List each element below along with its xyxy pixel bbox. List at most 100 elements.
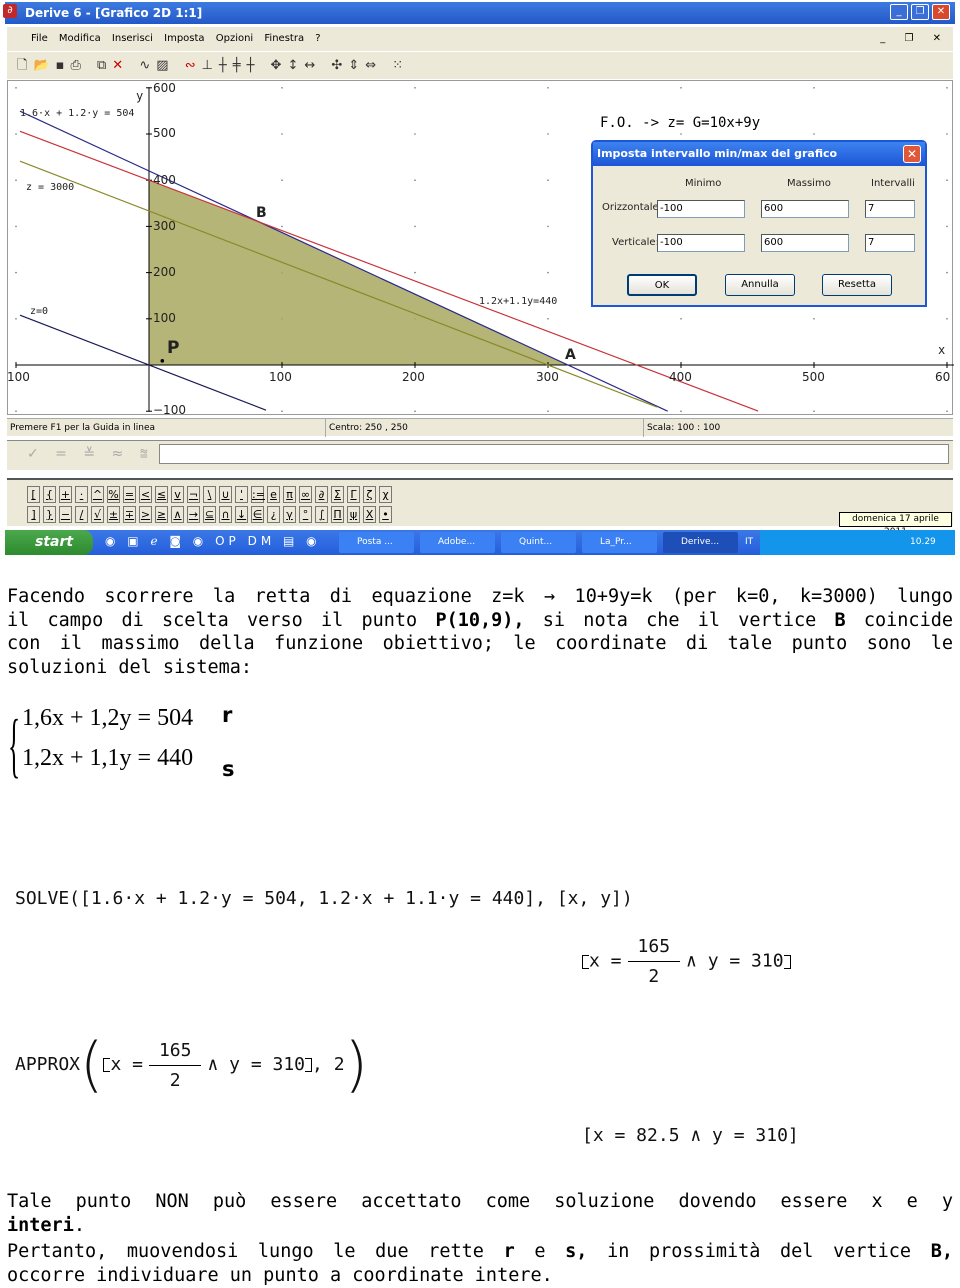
horizontal-min-input[interactable]: -100	[657, 200, 745, 218]
quick-launch-icons[interactable]: ◉ ▣ ℯ ◙ ◉ OP DM ▤ ◉	[105, 534, 321, 548]
symbol-button[interactable]: ±	[107, 506, 120, 523]
grid-icon[interactable]: ╪	[233, 58, 247, 73]
symbol-button[interactable]: =	[123, 486, 136, 503]
zoom-vertical-icon[interactable]: ↕	[287, 58, 304, 73]
vertical-max-input[interactable]: 600	[761, 234, 849, 252]
symbol-button[interactable]: [	[27, 486, 40, 503]
vertical-intervals-input[interactable]: 7	[865, 234, 915, 252]
print-icon[interactable]: ⎙	[70, 58, 86, 73]
crosshair-icon[interactable]: ┼	[219, 58, 233, 73]
symbol-button[interactable]: +	[59, 486, 72, 503]
symbol-button[interactable]: ≥	[155, 506, 168, 523]
new-icon[interactable]: 🗋	[17, 58, 33, 73]
symbol-button[interactable]: >	[139, 506, 152, 523]
grid-dot	[547, 133, 549, 135]
note-icon[interactable]: ▨	[156, 58, 174, 73]
dialog-close-button[interactable]: ✕	[903, 145, 921, 163]
task-adobe[interactable]: Adobe...	[420, 532, 495, 553]
menu-modifica[interactable]: Modifica	[59, 33, 101, 44]
symbol-button[interactable]: '	[235, 486, 248, 503]
symbol-button[interactable]: Γ	[347, 486, 360, 503]
task-posta[interactable]: Posta ...	[339, 532, 414, 553]
symbol-button[interactable]: Π	[331, 506, 344, 523]
zoom-in-horizontal-icon[interactable]: ⇔	[365, 58, 382, 73]
symbol-button[interactable]: −	[59, 506, 72, 523]
symbol-button[interactable]: ¿	[267, 506, 280, 523]
ok-button[interactable]: OK	[627, 274, 697, 296]
horizontal-max-input[interactable]: 600	[761, 200, 849, 218]
symbol-button[interactable]: ψ	[347, 506, 360, 523]
zoom-in-both-icon[interactable]: ✣	[331, 58, 348, 73]
menu-finestra[interactable]: Finestra	[264, 33, 304, 44]
symbol-button[interactable]: v	[171, 486, 184, 503]
menu-opzioni[interactable]: Opzioni	[216, 33, 253, 44]
symbol-button[interactable]: •	[379, 506, 392, 523]
symbol-button[interactable]: ≤	[155, 486, 168, 503]
symbol-button[interactable]: ∂	[315, 486, 328, 503]
symbol-button[interactable]: √	[91, 506, 104, 523]
symbol-button[interactable]: ζ	[363, 486, 376, 503]
symbol-button[interactable]: ∓	[123, 506, 136, 523]
symbol-button[interactable]: ·	[75, 486, 88, 503]
derive-app-icon[interactable]: ∂	[3, 4, 17, 18]
symbol-button[interactable]: <	[139, 486, 152, 503]
symbol-button[interactable]: ¬	[187, 486, 200, 503]
center-icon[interactable]: ┼	[247, 58, 261, 73]
symbol-button[interactable]: {	[43, 486, 56, 503]
task-derive[interactable]: Derive...	[663, 532, 738, 553]
delete-icon[interactable]: ✕	[112, 58, 129, 73]
open-icon[interactable]: 📂	[33, 58, 55, 73]
restore-button[interactable]: ❐	[911, 4, 929, 20]
symbol-button[interactable]: ∪	[219, 486, 232, 503]
symbol-button[interactable]: %	[107, 486, 120, 503]
zoom-horizontal-icon[interactable]: ↔	[304, 58, 321, 73]
task-quint[interactable]: Quint...	[501, 532, 576, 553]
symbol-button[interactable]: e	[267, 486, 280, 503]
close-button[interactable]: ✕	[932, 4, 950, 20]
cancel-button[interactable]: Annulla	[725, 274, 795, 296]
symbol-button[interactable]: }	[43, 506, 56, 523]
trace-icon[interactable]: ∾	[185, 58, 202, 73]
menu-help[interactable]: ?	[315, 33, 320, 44]
symbol-button[interactable]: χ	[379, 486, 392, 503]
clock[interactable]: 10.29	[910, 537, 936, 547]
zoom-in-vertical-icon[interactable]: ⇕	[348, 58, 365, 73]
vertical-min-input[interactable]: -100	[657, 234, 745, 252]
symbol-button[interactable]: ∫	[315, 506, 328, 523]
symbol-button[interactable]: γ	[283, 506, 296, 523]
symbol-button[interactable]: →	[187, 506, 200, 523]
menu-imposta[interactable]: Imposta	[164, 33, 204, 44]
symbol-button[interactable]: \	[203, 486, 216, 503]
language-indicator[interactable]: IT	[745, 530, 753, 555]
symbol-button[interactable]: Σ	[331, 486, 344, 503]
symbol-button[interactable]: ∩	[219, 506, 232, 523]
plot-icon[interactable]: ∿	[139, 58, 156, 73]
menu-inserisci[interactable]: Inserisci	[112, 33, 153, 44]
reset-button[interactable]: Resetta	[822, 274, 892, 296]
menu-file[interactable]: File	[31, 33, 48, 44]
symbol-button[interactable]: ∞	[299, 486, 312, 503]
symbol-button[interactable]: /	[75, 506, 88, 523]
symbol-button[interactable]: :=	[251, 486, 265, 503]
save-icon[interactable]: ▪	[56, 58, 71, 73]
symbol-button[interactable]: °	[299, 506, 312, 523]
symbol-button[interactable]: ⊆	[203, 506, 216, 523]
range-icon[interactable]: ⁙	[392, 58, 409, 73]
expression-input[interactable]	[159, 444, 949, 464]
symbol-button[interactable]: ^	[91, 486, 104, 503]
symbol-button[interactable]: X	[363, 506, 376, 523]
task-la-pr[interactable]: La_Pr...	[582, 532, 657, 553]
text-segment: r	[503, 1241, 515, 1262]
symbol-button[interactable]: π	[283, 486, 296, 503]
start-button[interactable]: start	[5, 530, 93, 555]
symbol-button[interactable]: ]	[27, 506, 40, 523]
symbol-button[interactable]: ∧	[171, 506, 184, 523]
zoom-both-icon[interactable]: ✥	[271, 58, 288, 73]
document-window-controls[interactable]: _ ❐ ✕	[880, 27, 949, 51]
horizontal-intervals-input[interactable]: 7	[865, 200, 915, 218]
axes-icon[interactable]: ⊥	[202, 58, 219, 73]
minimize-button[interactable]: _	[890, 4, 908, 20]
symbol-button[interactable]: ↓	[235, 506, 248, 523]
copy-icon[interactable]: ⧉	[97, 58, 112, 73]
symbol-button[interactable]: ∈	[251, 506, 264, 523]
